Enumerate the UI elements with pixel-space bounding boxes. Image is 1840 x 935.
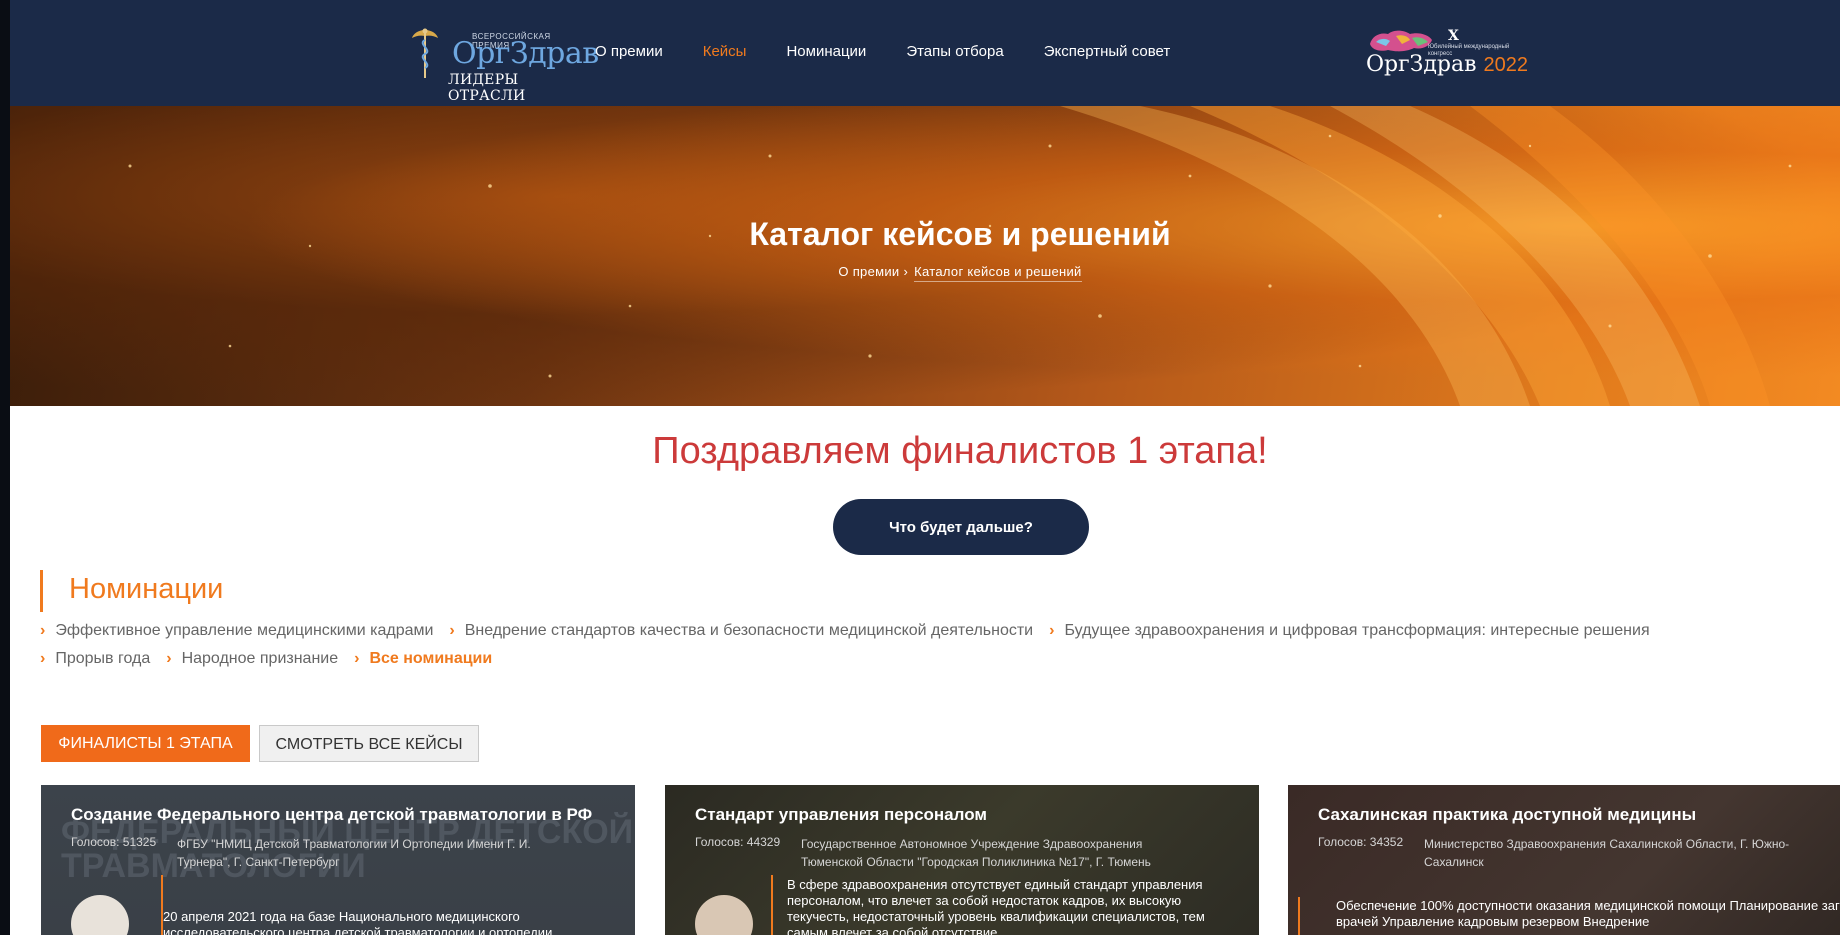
- case-description: В сфере здравоохранения отсутствует един…: [787, 877, 1205, 935]
- case-title[interactable]: Создание Федерального центра детской тра…: [71, 805, 592, 825]
- nomination-link-breakthrough[interactable]: › Прорыв года: [40, 650, 150, 668]
- all-cases-filter-button[interactable]: СМОТРЕТЬ ВСЕ КЕЙСЫ: [259, 725, 479, 762]
- case-card[interactable]: Стандарт управления персоналом Голосов: …: [665, 785, 1259, 935]
- nav-link-selection-stages[interactable]: Этапы отбора: [906, 40, 1003, 64]
- site-header: ВСЕРОССИЙСКАЯ ПРЕМИЯ ОргЗдрав ЛИДЕРЫ ОТР…: [10, 0, 1840, 106]
- congress-logo-wordmark: ОргЗдрав 2022: [1366, 52, 1528, 77]
- chevron-right-icon: ›: [449, 622, 455, 639]
- congress-logo-name: ОргЗдрав: [1366, 52, 1477, 77]
- nomination-link-digital-future[interactable]: › Будущее здравоохранения и цифровая тран…: [1049, 622, 1650, 640]
- case-title[interactable]: Сахалинская практика доступной медицины: [1318, 805, 1696, 825]
- nomination-label: Народное признание: [181, 650, 339, 667]
- whats-next-button[interactable]: Что будет дальше?: [833, 499, 1089, 555]
- nominations-list-row-1: › Эффективное управление медицинскими кад…: [40, 622, 1666, 640]
- hero-background-art: [128, 106, 1792, 406]
- case-description: Обеспечение 100% доступности оказания ме…: [1336, 898, 1840, 929]
- case-title[interactable]: Стандарт управления персоналом: [695, 805, 987, 825]
- nav-link-cases[interactable]: Кейсы: [703, 40, 747, 64]
- nominations-list-row-2: › Прорыв года › Народное признание › Все но…: [40, 650, 508, 668]
- nav-link-about[interactable]: О премии: [595, 40, 663, 64]
- page-title: Каталог кейсов и решений: [749, 216, 1171, 252]
- case-description-accent: [1298, 897, 1300, 935]
- chevron-right-icon: ›: [166, 650, 172, 667]
- case-organization: Государственное Автономное Учреждение Зд…: [801, 837, 1151, 869]
- case-author-avatar: [71, 895, 129, 935]
- breadcrumb-current: Каталог кейсов и решений: [914, 264, 1082, 282]
- chevron-right-icon: ›: [903, 264, 909, 279]
- chevron-right-icon: ›: [1049, 622, 1055, 639]
- breadcrumb-home-link[interactable]: О премии: [838, 264, 899, 279]
- case-description: 20 апреля 2021 года на базе Национальног…: [163, 909, 553, 935]
- main-nav: О премии Кейсы Номинации Этапы отбора Эк…: [595, 40, 1210, 64]
- case-votes: Голосов: 34352: [1318, 835, 1404, 849]
- nomination-label: Все номинации: [369, 650, 493, 667]
- hero-banner: Каталог кейсов и решений О премии › Катало…: [10, 106, 1840, 406]
- nav-link-nominations[interactable]: Номинации: [786, 40, 866, 64]
- nominations-accent-bar: [40, 570, 43, 612]
- nomination-link-all[interactable]: › Все номинации: [354, 650, 492, 668]
- case-author-avatar: [695, 895, 753, 935]
- award-logo-subtitle: ЛИДЕРЫ ОТРАСЛИ: [448, 72, 526, 104]
- nomination-link-hr-management[interactable]: › Эффективное управление медицинскими кад…: [40, 622, 433, 640]
- nav-link-expert-council[interactable]: Экспертный совет: [1044, 40, 1171, 64]
- orgzdrav-award-logo[interactable]: ВСЕРОССИЙСКАЯ ПРЕМИЯ ОргЗдрав ЛИДЕРЫ ОТР…: [410, 22, 599, 104]
- finalists-filter-button[interactable]: ФИНАЛИСТЫ 1 ЭТАПА: [41, 725, 250, 762]
- nomination-label: Прорыв года: [55, 650, 151, 667]
- case-votes: Голосов: 51325: [71, 835, 157, 849]
- case-votes: Голосов: 44329: [695, 835, 781, 849]
- award-logo-wordmark: ОргЗдрав: [452, 36, 599, 71]
- orgzdrav-2022-congress-logo[interactable]: X Юбилейный международный конгресс ОргЗд…: [1366, 20, 1528, 86]
- finalists-congrats-heading: Поздравляем финалистов 1 этапа!: [652, 430, 1268, 472]
- case-description-accent: [771, 875, 773, 935]
- case-card[interactable]: ФЕДЕРАЛЬНЫЙ ЦЕНТР ДЕТСКОЙ ТРАВМАТОЛОГИИ …: [41, 785, 635, 935]
- nomination-link-peoples-choice[interactable]: › Народное признание: [166, 650, 338, 668]
- nomination-link-quality-standards[interactable]: › Внедрение стандартов качества и безопас…: [449, 622, 1033, 640]
- congress-logo-numeral: X: [1448, 28, 1459, 44]
- breadcrumb: О премии › Каталог кейсов и решений: [10, 264, 1840, 282]
- case-organization: ФГБУ "НМИЦ Детской Травматологии И Ортоп…: [177, 837, 531, 869]
- nominations-heading: Номинации: [69, 573, 224, 605]
- case-card[interactable]: Сахалинская практика доступной медицины …: [1288, 785, 1840, 935]
- nomination-label: Эффективное управление медицинскими кадр…: [55, 622, 434, 639]
- congress-logo-year: 2022: [1483, 54, 1528, 76]
- nomination-label: Внедрение стандартов качества и безопасн…: [464, 622, 1034, 639]
- chevron-right-icon: ›: [40, 622, 46, 639]
- chevron-right-icon: ›: [40, 650, 46, 667]
- nomination-label: Будущее здравоохранения и цифровая транс…: [1064, 622, 1650, 639]
- chevron-right-icon: ›: [354, 650, 360, 667]
- caduceus-icon: [412, 28, 438, 78]
- case-organization: Министерство Здравоохранения Сахалинской…: [1424, 837, 1790, 869]
